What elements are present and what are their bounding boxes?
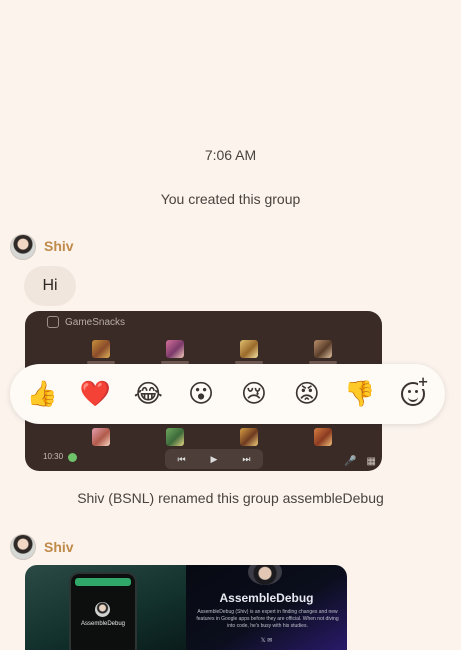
surprised-reaction[interactable]: 😮 [181,379,221,409]
gamesnacks-icon [47,316,59,328]
thumbs-down-reaction[interactable]: 👎 [340,379,380,409]
game-tile [240,340,258,358]
profile-description: AssembleDebug (Shiv) is an expert in fin… [196,609,339,629]
phone-profile-name: AssembleDebug [80,621,126,627]
avatar[interactable] [10,234,36,260]
system-message-created: You created this group [160,191,301,207]
profile-card: AssembleDebug AssembleDebug (Shiv) is an… [186,565,347,650]
system-message-renamed: Shiv (BSNL) renamed this group assembleD… [77,490,384,506]
social-icons: 𝕏 ✉ [260,638,273,644]
message-text: Hi [42,277,58,294]
game-tile [166,428,184,446]
phone-app-bar [75,578,131,586]
phone-mockup: AssembleDebug [69,572,137,650]
game-tile [92,428,110,446]
red-heart-reaction[interactable]: ❤️ [75,379,115,409]
profile-title: AssembleDebug [219,591,314,605]
reaction-picker: 👍 ❤️ 😂 😮 😢 😡 👎 + [10,364,445,424]
timestamp: 7:06 AM [204,147,257,163]
grid-icon: ▦ [366,456,376,467]
angry-reaction[interactable]: 😡 [287,379,327,409]
status-clock: 10:30 [43,452,64,461]
sender-name: Shiv [44,238,74,254]
previous-icon: ⏮ [177,453,186,464]
next-icon: ⏭ [242,453,251,464]
game-app-name: GameSnacks [65,316,126,328]
game-tile [240,428,258,446]
game-card-header: GameSnacks [47,316,125,328]
mic-icon: 🎤 [344,456,357,467]
phone-screenshot: AssembleDebug [25,565,186,650]
shared-image-profile[interactable]: AssembleDebug AssembleDebug AssembleDebu… [25,565,347,650]
phone-avatar [95,602,110,617]
add-reaction-icon: + [400,376,429,406]
play-icon: ▶ [210,453,218,464]
avatar[interactable] [10,534,36,560]
thumbs-up-reaction[interactable]: 👍 [22,379,62,409]
game-nav-right: 🎤 ▦ [344,456,376,467]
crying-reaction[interactable]: 😢 [234,379,274,409]
game-tile [92,340,110,358]
plus-icon: + [417,375,429,390]
game-tile [314,428,332,446]
game-tile [314,340,332,358]
status-dot-icon [68,452,78,462]
message-bubble[interactable]: Hi [24,266,76,306]
media-controls: ⏮ ▶ ⏭ [165,449,263,469]
profile-avatar [248,565,282,585]
tears-of-joy-reaction[interactable]: 😂 [128,379,168,409]
sender-name: Shiv [44,539,74,555]
game-tile [166,340,184,358]
add-reaction-button[interactable]: + [393,376,433,406]
